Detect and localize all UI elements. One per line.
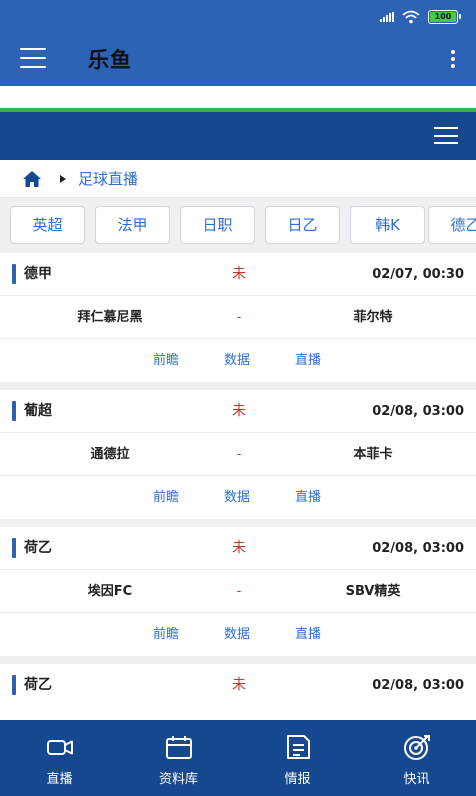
- breadcrumb: 足球直播: [0, 160, 476, 198]
- tab-league[interactable]: 韩K: [350, 206, 425, 244]
- match-time: 02/08, 03:00: [372, 541, 464, 556]
- data-link[interactable]: 数据: [224, 613, 250, 656]
- league-marker: [12, 675, 16, 695]
- battery-level: 100: [430, 12, 456, 22]
- match-time: 02/08, 03:00: [372, 404, 464, 419]
- app-title: 乐鱼: [88, 48, 132, 72]
- nav-label: 情报: [284, 772, 311, 787]
- match-status: 未: [232, 677, 246, 693]
- live-link[interactable]: 直播: [295, 476, 321, 519]
- more-options-icon[interactable]: [450, 50, 456, 68]
- breadcrumb-arrow-icon: [60, 174, 66, 183]
- match-header-row: 荷乙 未 02/08, 03:00: [0, 664, 476, 707]
- match-score: -: [236, 584, 242, 599]
- match-card: 德甲 未 02/07, 00:30 拜仁慕尼黑 - 菲尔特 前瞻 数据 直播: [0, 253, 476, 382]
- league-marker: [12, 538, 16, 558]
- battery-icon: 100: [428, 10, 461, 24]
- match-time: 02/07, 00:30: [372, 267, 464, 282]
- video-camera-icon: [47, 740, 73, 755]
- match-status: 未: [232, 266, 246, 282]
- match-teams-row: 拜仁慕尼黑 - 菲尔特: [0, 296, 476, 339]
- tab-league[interactable]: 德乙: [428, 206, 476, 244]
- nav-label: 直播: [46, 772, 73, 787]
- wifi-icon: [402, 10, 420, 24]
- match-teams-row: 通德拉 - 本菲卡: [0, 433, 476, 476]
- league-tabs: 英超 法甲 日职 日乙 韩K 德乙: [0, 198, 476, 253]
- calendar-icon: [166, 736, 192, 759]
- match-status: 未: [232, 403, 246, 419]
- preview-link[interactable]: 前瞻: [153, 339, 179, 382]
- match-time: 02/08, 03:00: [372, 678, 464, 693]
- league-name: 葡超: [24, 403, 52, 419]
- match-header-row: 德甲 未 02/07, 00:30: [0, 253, 476, 296]
- target-icon: [404, 735, 430, 760]
- status-bar: 100: [380, 8, 461, 26]
- league-name: 荷乙: [24, 540, 52, 556]
- league-name: 荷乙: [24, 677, 52, 693]
- tab-league[interactable]: 英超: [10, 206, 85, 244]
- match-score: -: [236, 447, 242, 462]
- match-header-row: 葡超 未 02/08, 03:00: [0, 390, 476, 433]
- document-icon: [287, 735, 310, 759]
- match-links-row: 前瞻 数据 直播: [0, 476, 476, 519]
- match-links-row: 前瞻 数据 直播: [0, 613, 476, 656]
- home-team: 拜仁慕尼黑: [77, 310, 143, 325]
- site-header: [0, 112, 476, 160]
- preview-link[interactable]: 前瞻: [153, 613, 179, 656]
- match-list: 德甲 未 02/07, 00:30 拜仁慕尼黑 - 菲尔特 前瞻 数据 直播 葡…: [0, 253, 476, 720]
- home-team: 通德拉: [90, 447, 130, 462]
- home-team: 埃因FC: [87, 584, 133, 599]
- live-link[interactable]: 直播: [295, 613, 321, 656]
- bottom-nav: 直播 资料库 情报 快讯: [0, 720, 476, 796]
- match-card: 荷乙 未 02/08, 03:00 埃因FC - SBV精英 前瞻 数据 直播: [0, 527, 476, 656]
- tab-league[interactable]: 法甲: [95, 206, 170, 244]
- match-header-row: 荷乙 未 02/08, 03:00: [0, 527, 476, 570]
- tab-league[interactable]: 日职: [180, 206, 255, 244]
- nav-label: 资料库: [158, 772, 198, 787]
- site-menu-icon[interactable]: [434, 127, 458, 144]
- tab-league[interactable]: 日乙: [265, 206, 340, 244]
- live-link[interactable]: 直播: [295, 339, 321, 382]
- match-teams-row: 埃因FC - SBV精英: [0, 570, 476, 613]
- home-icon[interactable]: [22, 170, 42, 188]
- menu-icon[interactable]: [20, 48, 46, 68]
- league-name: 德甲: [24, 266, 52, 282]
- data-link[interactable]: 数据: [224, 339, 250, 382]
- nav-intel[interactable]: 情报: [238, 720, 357, 796]
- breadcrumb-current[interactable]: 足球直播: [78, 168, 138, 189]
- match-card: 荷乙 未 02/08, 03:00: [0, 664, 476, 720]
- nav-database[interactable]: 资料库: [119, 720, 238, 796]
- match-status: 未: [232, 540, 246, 556]
- data-link[interactable]: 数据: [224, 476, 250, 519]
- signal-icon: [380, 12, 394, 22]
- app-bar: 100 乐鱼: [0, 0, 476, 86]
- preview-link[interactable]: 前瞻: [153, 476, 179, 519]
- league-marker: [12, 401, 16, 421]
- nav-label: 快讯: [403, 772, 430, 787]
- match-links-row: 前瞻 数据 直播: [0, 339, 476, 382]
- nav-live[interactable]: 直播: [0, 720, 119, 796]
- away-team: 菲尔特: [353, 310, 393, 325]
- league-marker: [12, 264, 16, 284]
- match-card: 葡超 未 02/08, 03:00 通德拉 - 本菲卡 前瞻 数据 直播: [0, 390, 476, 519]
- away-team: SBV精英: [345, 584, 401, 599]
- nav-news[interactable]: 快讯: [357, 720, 476, 796]
- match-score: -: [236, 310, 242, 325]
- away-team: 本菲卡: [353, 447, 393, 462]
